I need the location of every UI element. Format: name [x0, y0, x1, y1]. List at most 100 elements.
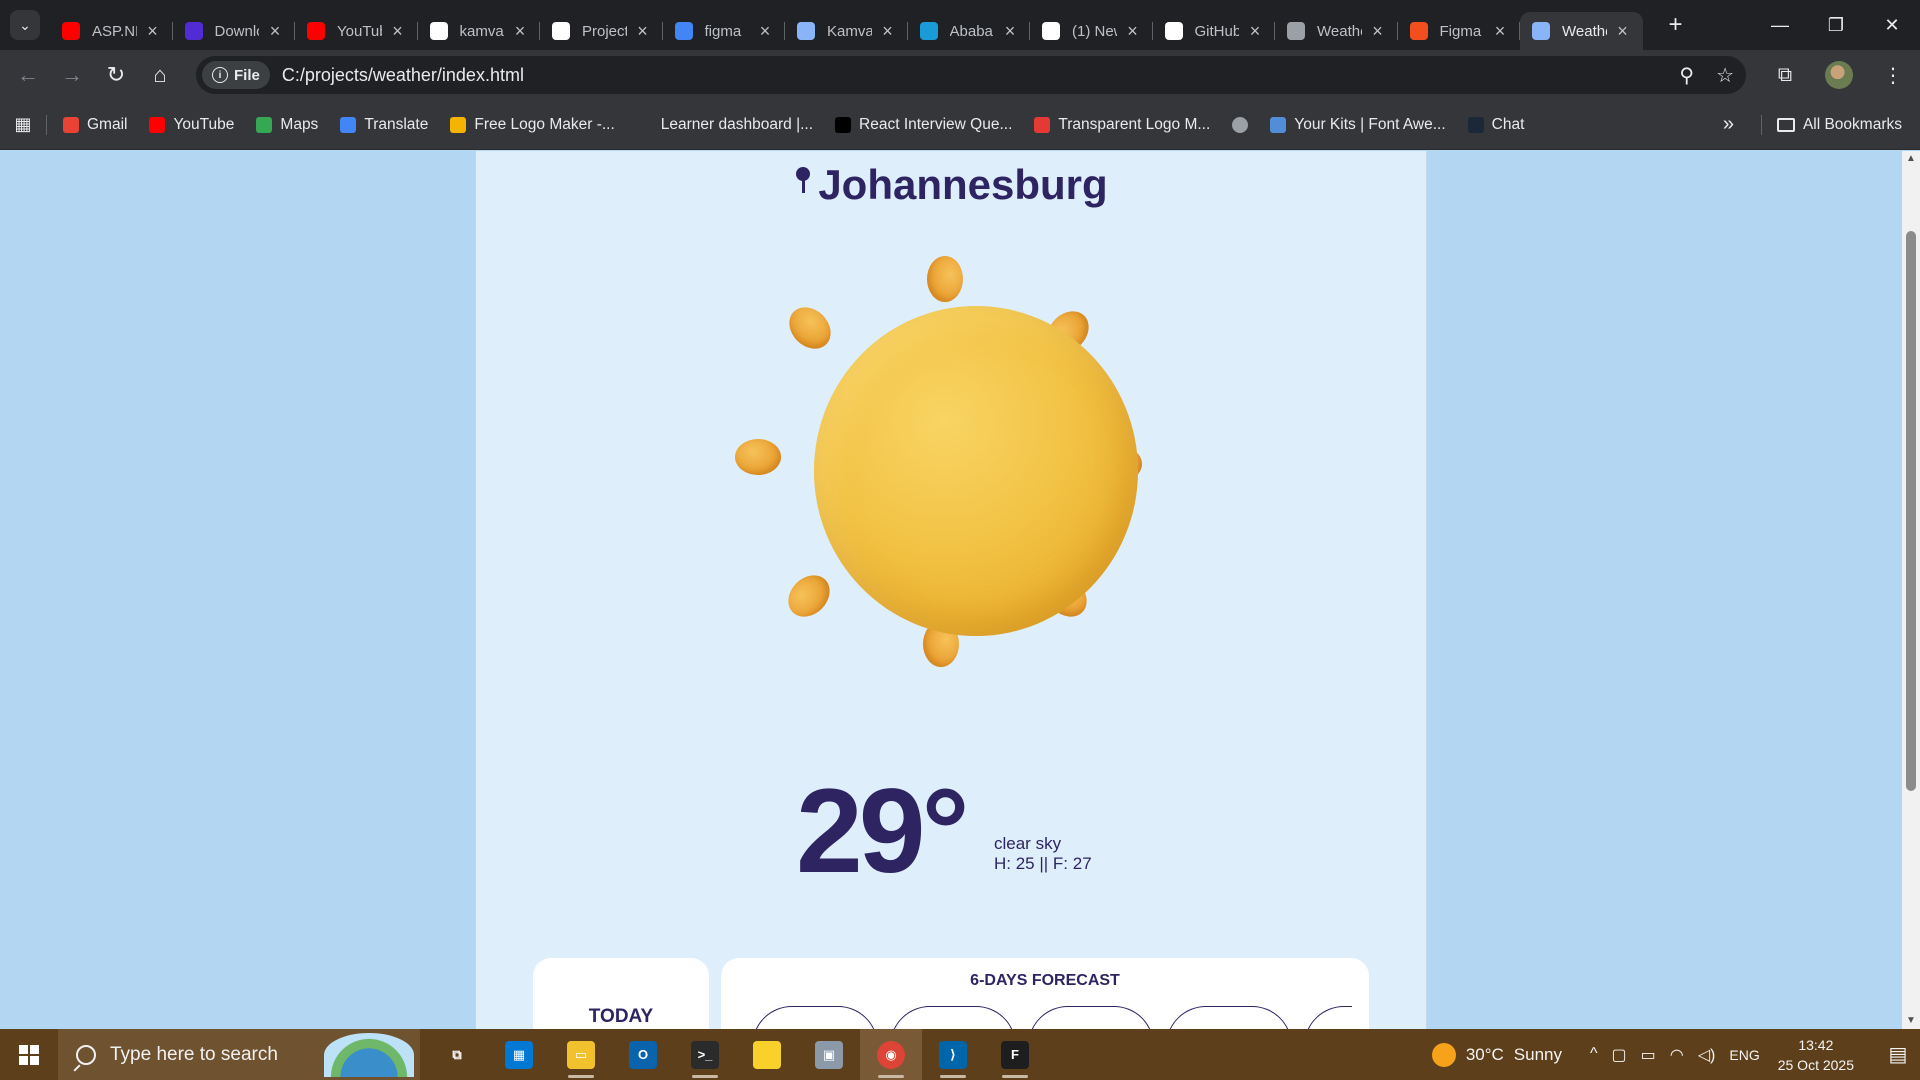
menu-kebab-icon[interactable]: ⋮: [1866, 63, 1920, 88]
close-icon[interactable]: ×: [1490, 21, 1510, 42]
taskbar-search-box[interactable]: Type here to search: [58, 1029, 420, 1080]
browser-tab[interactable]: Kamva ×: [785, 12, 908, 50]
vscode-taskbar-button[interactable]: ⟩: [922, 1029, 984, 1080]
tab-search-button[interactable]: ⌄: [10, 10, 40, 40]
extensions-icon[interactable]: ⧉: [1758, 64, 1812, 87]
bookmark-item[interactable]: Chat: [1467, 116, 1524, 134]
browser-tab[interactable]: YouTube ×: [295, 12, 418, 50]
forecast-day-pill[interactable]: [890, 1006, 1016, 1029]
page-scrollbar[interactable]: ▲ ▼: [1902, 151, 1920, 1029]
browser-tab[interactable]: ASP.NET ×: [50, 12, 173, 50]
browser-tab[interactable]: Projects ×: [540, 12, 663, 50]
browser-tab[interactable]: (1) New ×: [1030, 12, 1153, 50]
scroll-down-icon[interactable]: ▼: [1902, 1013, 1920, 1029]
browser-tab[interactable]: Figma ×: [1398, 12, 1521, 50]
terminal-taskbar-button[interactable]: >_: [674, 1029, 736, 1080]
close-icon[interactable]: ×: [510, 21, 530, 42]
forecast-day-pill[interactable]: [1304, 1006, 1352, 1029]
close-icon[interactable]: ×: [633, 21, 653, 42]
bookmark-star-icon[interactable]: ☆: [1716, 63, 1734, 88]
outlook-taskbar-button[interactable]: O: [612, 1029, 674, 1080]
clock[interactable]: 13:42 25 Oct 2025: [1778, 1035, 1854, 1075]
browser-tab[interactable]: GitHub ×: [1153, 12, 1276, 50]
bookmark-item[interactable]: Free Logo Maker -...: [450, 116, 615, 134]
profile-avatar[interactable]: [1825, 61, 1853, 89]
tab-title: YouTube: [337, 22, 382, 40]
forecast-day-pill[interactable]: [752, 1006, 878, 1029]
tab-title: Figma: [1439, 22, 1482, 40]
location-icon[interactable]: ⚲: [1679, 63, 1694, 88]
sun-ray: [735, 439, 781, 475]
language-indicator[interactable]: ENG: [1729, 1047, 1759, 1063]
bookmark-item[interactable]: Maps: [256, 116, 318, 134]
browser-tab[interactable]: Weather ×: [1275, 12, 1398, 50]
figma-taskbar-button[interactable]: F: [984, 1029, 1046, 1080]
wifi-icon[interactable]: ◠: [1670, 1045, 1684, 1065]
url-text[interactable]: C:/projects/weather/index.html: [282, 65, 524, 86]
close-icon[interactable]: ×: [143, 21, 163, 42]
bookmark-item[interactable]: YouTube: [149, 116, 234, 134]
tab-title: Projects: [582, 22, 627, 40]
close-icon[interactable]: ×: [755, 21, 775, 42]
figma-icon: F: [1001, 1040, 1029, 1069]
address-bar[interactable]: i File C:/projects/weather/index.html ⚲ …: [196, 56, 1746, 94]
github-icon: [429, 22, 448, 40]
browser-tab[interactable]: figma ×: [663, 12, 786, 50]
bookmark-item[interactable]: Translate: [340, 116, 428, 134]
site-info-chip[interactable]: i File: [202, 61, 270, 89]
browser-toolbar: ← → ↻ ⌂ i File C:/projects/weather/index…: [0, 50, 1920, 100]
close-window-button[interactable]: ✕: [1864, 15, 1920, 36]
bookmark-item[interactable]: Learner dashboard |...: [636, 116, 813, 134]
scrollbar-thumb[interactable]: [1906, 231, 1916, 791]
all-bookmarks-button[interactable]: All Bookmarks: [1760, 114, 1902, 135]
browser-tab[interactable]: Ababa ×: [908, 12, 1031, 50]
minimize-button[interactable]: —: [1752, 15, 1808, 36]
close-icon[interactable]: ×: [1245, 21, 1265, 42]
browser-tab[interactable]: kamva ×: [418, 12, 541, 50]
home-button[interactable]: ⌂: [138, 62, 182, 88]
forecast-day-pill[interactable]: [1028, 1006, 1154, 1029]
sun-icon: [1431, 1042, 1456, 1067]
sticky-notes-taskbar-button[interactable]: [736, 1029, 798, 1080]
start-button[interactable]: [0, 1029, 58, 1080]
close-icon[interactable]: ×: [265, 21, 285, 42]
today-card[interactable]: TODAY: [533, 958, 709, 1029]
task-view-taskbar-button[interactable]: ⧉: [426, 1029, 488, 1080]
browser-tab[interactable]: Weather ×: [1520, 12, 1643, 50]
chrome-taskbar-button[interactable]: ◉: [860, 1029, 922, 1080]
remote-desktop-taskbar-button[interactable]: ▣: [798, 1029, 860, 1080]
restore-button[interactable]: ❐: [1808, 15, 1864, 36]
new-tab-button[interactable]: +: [1661, 11, 1691, 39]
bookmark-item[interactable]: Gmail: [63, 116, 127, 134]
bookmark-list: Gmail YouTube Maps Translate Free Logo Maker…: [63, 116, 1546, 134]
bookmark-item[interactable]: React Interview Que...: [835, 116, 1012, 134]
notification-center-icon[interactable]: ▤: [1876, 1029, 1920, 1080]
scroll-up-icon[interactable]: ▲: [1902, 151, 1920, 167]
battery-icon[interactable]: ▭: [1641, 1045, 1656, 1065]
bookmark-item[interactable]: Your Kits | Font Awe...: [1270, 116, 1446, 134]
close-icon[interactable]: ×: [1613, 21, 1633, 42]
forward-button[interactable]: →: [50, 62, 94, 88]
close-icon[interactable]: ×: [388, 21, 408, 42]
close-icon[interactable]: ×: [1123, 21, 1143, 42]
meet-now-icon[interactable]: ▢: [1612, 1045, 1627, 1065]
apps-grid-icon[interactable]: ▦: [0, 114, 46, 135]
weather-widget[interactable]: 30°C Sunny: [1431, 1042, 1562, 1067]
browser-tab[interactable]: Download ×: [173, 12, 296, 50]
microsoft-store-taskbar-button[interactable]: ▦: [488, 1029, 550, 1080]
bookmark-item[interactable]: [1232, 116, 1249, 133]
info-icon: i: [212, 67, 228, 83]
tab-title: kamva: [459, 22, 504, 40]
city-heading: Johannesburg: [476, 161, 1428, 209]
forecast-day-pill[interactable]: [1166, 1006, 1292, 1029]
volume-icon[interactable]: ◁): [1698, 1045, 1716, 1065]
chevron-up-icon[interactable]: ^: [1590, 1045, 1598, 1065]
close-icon[interactable]: ×: [1368, 21, 1388, 42]
more-bookmarks-icon[interactable]: »: [1723, 113, 1734, 136]
bookmark-item[interactable]: Transparent Logo M...: [1034, 116, 1210, 134]
back-button[interactable]: ←: [6, 62, 50, 88]
close-icon[interactable]: ×: [878, 21, 898, 42]
reload-button[interactable]: ↻: [94, 62, 138, 88]
close-icon[interactable]: ×: [1000, 21, 1020, 42]
file-explorer-taskbar-button[interactable]: ▭: [550, 1029, 612, 1080]
